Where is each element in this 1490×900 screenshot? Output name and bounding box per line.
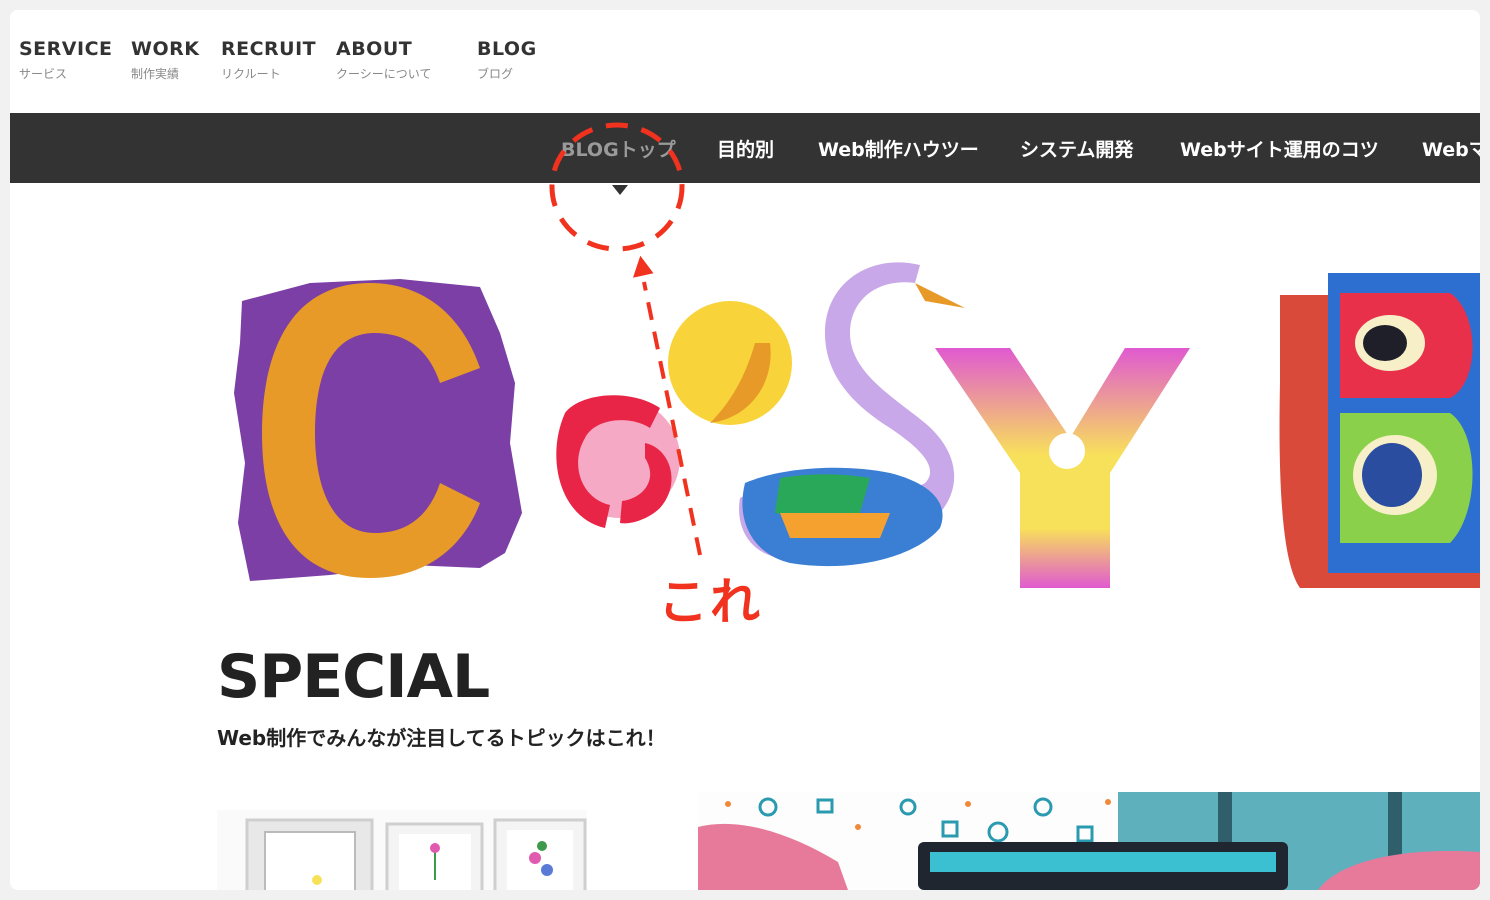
nav-about-label: ABOUT (336, 38, 413, 60)
logo-letter-o-yellow (668, 301, 792, 425)
nav-work-sublabel: 制作実績 (131, 67, 180, 81)
nav-recruit-label: RECRUIT (221, 38, 317, 60)
browser-viewport: SERVICE サービス WORK 制作実績 RECRUIT リクルート ABO… (10, 10, 1480, 890)
logo-letter-b (1279, 273, 1480, 588)
nav-service[interactable]: SERVICE サービス (19, 38, 113, 82)
subnav-purpose[interactable]: 目的別 (717, 135, 774, 162)
blog-category-nav: BLOGトップ 目的別 Web制作ハウツー システム開発 Webサイト運用のコツ… (10, 113, 1480, 183)
subnav-site-operation[interactable]: Webサイト運用のコツ (1180, 135, 1379, 162)
logo-letter-o-red (556, 395, 680, 528)
logo-letter-c (234, 279, 522, 581)
nav-service-label: SERVICE (19, 38, 113, 60)
nav-blog-sublabel: ブログ (477, 67, 514, 81)
hero-logo (10, 183, 1480, 623)
global-nav: SERVICE サービス WORK 制作実績 RECRUIT リクルート ABO… (10, 10, 1480, 113)
logo-letter-s-swan (739, 262, 965, 567)
article-thumbnail-frames[interactable] (217, 810, 587, 890)
nav-service-sublabel: サービス (19, 67, 68, 81)
nav-recruit[interactable]: RECRUIT リクルート (221, 38, 316, 82)
subnav-web-marketing[interactable]: Webマ (1422, 135, 1480, 162)
logo-letter-y (935, 348, 1190, 588)
nav-work[interactable]: WORK 制作実績 (131, 38, 199, 82)
special-heading: SPECIAL (217, 642, 490, 712)
nav-about[interactable]: ABOUT クーシーについて (336, 38, 431, 82)
annotation-label: これ (658, 573, 762, 631)
nav-recruit-sublabel: リクルート (221, 67, 281, 81)
nav-blog-label: BLOG (477, 38, 537, 60)
article-thumbnail-illustration[interactable] (698, 792, 1480, 890)
subnav-blog-top[interactable]: BLOGトップ (561, 135, 676, 162)
subnav-web-howto[interactable]: Web制作ハウツー (818, 135, 979, 162)
nav-work-label: WORK (131, 38, 200, 60)
special-subheading: Web制作でみんなが注目してるトピックはこれ！ (217, 726, 666, 750)
subnav-system-dev[interactable]: システム開発 (1020, 135, 1133, 162)
nav-blog[interactable]: BLOG ブログ (477, 38, 537, 82)
nav-about-sublabel: クーシーについて (336, 67, 432, 81)
